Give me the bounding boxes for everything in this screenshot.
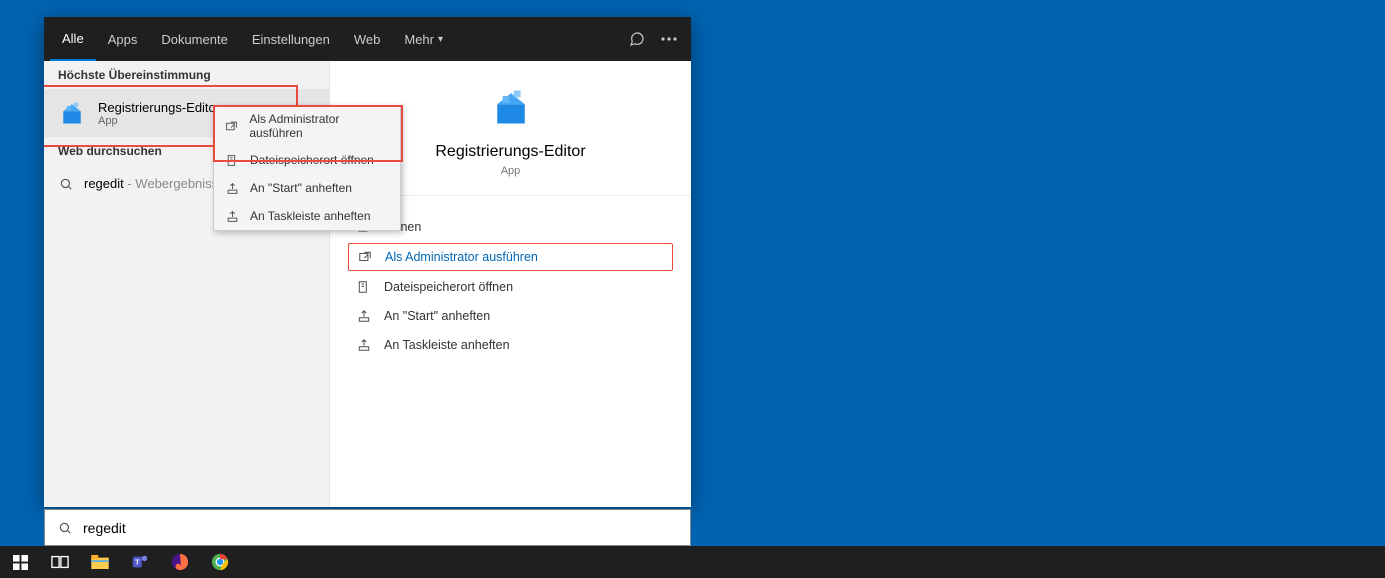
more-options-icon[interactable]	[653, 17, 685, 61]
start-search-panel: Alle Apps Dokumente Einstellungen Web Me…	[44, 17, 691, 507]
search-input[interactable]	[83, 520, 678, 536]
section-best-match: Höchste Übereinstimmung	[44, 61, 329, 89]
detail-subtitle: App	[501, 165, 521, 177]
ctx-pin-start[interactable]: An "Start" anheften	[214, 174, 400, 202]
folder-icon	[356, 279, 372, 295]
pin-start-icon	[224, 180, 240, 196]
tab-more[interactable]: Mehr▾	[392, 17, 455, 61]
result-subtitle: App	[98, 115, 220, 127]
feedback-icon[interactable]	[621, 17, 653, 61]
search-tabs: Alle Apps Dokumente Einstellungen Web Me…	[44, 17, 691, 61]
search-icon	[58, 176, 74, 192]
taskbar: T	[0, 546, 1385, 578]
shield-icon	[224, 118, 239, 134]
shield-icon	[357, 249, 373, 265]
svg-text:T: T	[135, 558, 140, 567]
ctx-pin-taskbar[interactable]: An Taskleiste anheften	[214, 202, 400, 230]
ctx-pin-taskbar-label: An Taskleiste anheften	[250, 209, 371, 223]
action-pin-start[interactable]: An "Start" anheften	[348, 303, 673, 329]
context-menu: Als Administrator ausführen Dateispeiche…	[213, 105, 401, 231]
search-bar[interactable]	[44, 509, 691, 546]
ctx-run-as-admin[interactable]: Als Administrator ausführen	[214, 106, 400, 146]
tab-web[interactable]: Web	[342, 17, 393, 61]
ctx-run-as-admin-label: Als Administrator ausführen	[249, 112, 390, 140]
action-pin-taskbar-label: An Taskleiste anheften	[384, 338, 510, 352]
result-title: Registrierungs-Editor	[98, 100, 220, 115]
action-pin-taskbar[interactable]: An Taskleiste anheften	[348, 332, 673, 358]
tab-all[interactable]: Alle	[50, 17, 96, 61]
ctx-open-location-label: Dateispeicherort öffnen	[250, 153, 374, 167]
action-run-as-admin[interactable]: Als Administrator ausführen	[348, 243, 673, 271]
action-pin-start-label: An "Start" anheften	[384, 309, 490, 323]
search-icon	[57, 520, 73, 536]
chevron-down-icon: ▾	[438, 34, 443, 45]
action-run-as-admin-label: Als Administrator ausführen	[385, 250, 538, 264]
pin-taskbar-icon	[356, 337, 372, 353]
action-open-location-label: Dateispeicherort öffnen	[384, 280, 513, 294]
regedit-large-icon	[489, 85, 533, 129]
folder-icon	[224, 152, 240, 168]
chrome-button[interactable]	[206, 548, 234, 576]
task-view-button[interactable]	[46, 548, 74, 576]
action-open-location[interactable]: Dateispeicherort öffnen	[348, 274, 673, 300]
detail-title: Registrierungs-Editor	[435, 143, 585, 161]
regedit-icon	[58, 99, 86, 127]
firefox-button[interactable]	[166, 548, 194, 576]
start-button[interactable]	[6, 548, 34, 576]
pin-taskbar-icon	[224, 208, 240, 224]
file-explorer-button[interactable]	[86, 548, 114, 576]
ctx-open-location[interactable]: Dateispeicherort öffnen	[214, 146, 400, 174]
tab-settings[interactable]: Einstellungen	[240, 17, 342, 61]
web-query-text: regedit	[84, 176, 124, 191]
teams-button[interactable]: T	[126, 548, 154, 576]
tab-apps[interactable]: Apps	[96, 17, 150, 61]
ctx-pin-start-label: An "Start" anheften	[250, 181, 352, 195]
pin-start-icon	[356, 308, 372, 324]
tab-documents[interactable]: Dokumente	[149, 17, 239, 61]
